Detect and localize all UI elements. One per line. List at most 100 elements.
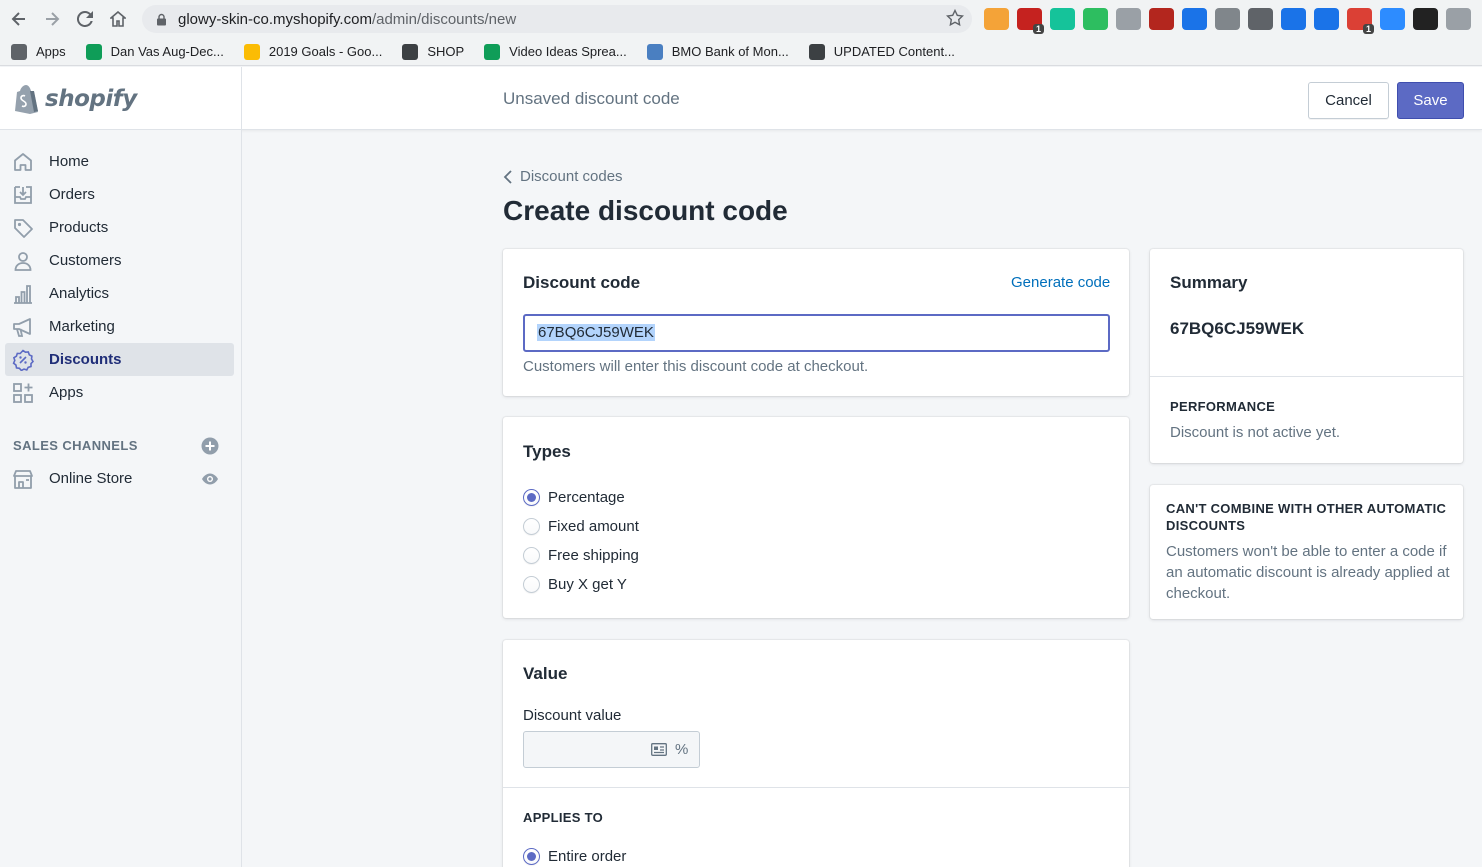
bar-chart-icon: [14, 284, 32, 304]
home-browser-icon[interactable]: [101, 0, 134, 38]
bookmark-favicon-icon: [646, 43, 663, 60]
bookmark-star-icon[interactable]: [946, 9, 964, 27]
radio-label: Fixed amount: [548, 518, 639, 535]
radio-entire-order[interactable]: Entire order: [523, 848, 626, 865]
topbar-title: Unsaved discount code: [503, 89, 680, 108]
sidebar-item-apps[interactable]: Apps: [5, 376, 234, 409]
performance-header: PERFORMANCE: [1170, 399, 1276, 414]
bookmark-item[interactable]: 2019 Goals - Goo...: [243, 43, 382, 60]
radio-buy-x-get-y[interactable]: Buy X get Y: [523, 576, 627, 593]
bookmark-item[interactable]: Dan Vas Aug-Dec...: [85, 43, 224, 60]
sidebar-item-home[interactable]: Home: [5, 145, 234, 178]
reload-icon[interactable]: [68, 0, 101, 38]
radio-label: Entire order: [548, 848, 627, 865]
radio-button[interactable]: [523, 848, 540, 865]
bookmark-label: UPDATED Content...: [833, 44, 955, 59]
store-icon: [13, 469, 33, 489]
forward-arrow-icon[interactable]: [35, 0, 68, 38]
browser-toolbar: glowy-skin-co.myshopify.com/admin/discou…: [0, 0, 1482, 38]
types-card: Types Percentage Fixed amount Free shipp…: [503, 417, 1129, 618]
radio-label: Percentage: [548, 489, 625, 506]
back-arrow-icon[interactable]: [2, 0, 35, 38]
bookmark-item[interactable]: Apps: [11, 43, 66, 60]
adblock-icon[interactable]: 1: [1017, 8, 1044, 34]
sidebar-item-label: Apps: [49, 384, 84, 401]
todoist-icon[interactable]: 1: [1347, 8, 1374, 34]
radio-fixed-amount[interactable]: Fixed amount: [523, 518, 639, 535]
bookmark-favicon-icon: [484, 43, 501, 60]
sidebar-item-label: Products: [49, 219, 109, 236]
radio-free-shipping[interactable]: Free shipping: [523, 547, 639, 564]
combine-info-card: CAN'T COMBINE WITH OTHER AUTOMATIC DISCO…: [1150, 485, 1463, 619]
save-button[interactable]: Save: [1397, 82, 1464, 119]
radio-button[interactable]: [523, 489, 540, 506]
generate-code-link[interactable]: Generate code: [1011, 274, 1110, 291]
breadcrumb[interactable]: Discount codes: [503, 168, 623, 185]
radio-button[interactable]: [523, 547, 540, 564]
sidebar-item-analytics[interactable]: Analytics: [5, 277, 234, 310]
bookmark-item[interactable]: UPDATED Content...: [808, 43, 955, 60]
divider: [1150, 376, 1463, 377]
radio-label: Buy X get Y: [548, 576, 627, 593]
bookmark-favicon-icon: [85, 43, 102, 60]
admin-topbar: shopify Unsaved discount code Cancel Sav…: [0, 67, 1482, 130]
bookmark-favicon-icon: [243, 43, 260, 60]
sidebar-item-label: Orders: [49, 186, 95, 203]
discount-code-input[interactable]: 67BQ6CJ59WEK: [523, 314, 1110, 352]
sidebar-item-customers[interactable]: Customers: [5, 244, 234, 277]
address-bar[interactable]: glowy-skin-co.myshopify.com/admin/discou…: [142, 5, 972, 33]
zoom-icon[interactable]: [1380, 8, 1405, 30]
logo-text: shopify: [45, 85, 137, 112]
bookmark-item[interactable]: SHOP: [402, 43, 464, 60]
extension-badge: 1: [1362, 24, 1374, 34]
add-circle-icon[interactable]: [201, 437, 219, 455]
person-icon: [14, 251, 32, 271]
sidebar-item-products[interactable]: Products: [5, 211, 234, 244]
bookmark-label: Video Ideas Sprea...: [509, 44, 627, 59]
sidebar-item-orders[interactable]: Orders: [5, 178, 234, 211]
orders-icon: [14, 185, 32, 204]
sidebar-item-online-store[interactable]: Online Store: [5, 462, 234, 495]
percent-suffix: %: [675, 741, 689, 758]
value-title: Value: [523, 664, 568, 683]
tubebuddy-icon[interactable]: [1248, 8, 1273, 30]
iq-icon[interactable]: [1281, 8, 1306, 30]
grammarly-icon[interactable]: [1050, 8, 1075, 30]
evernote-icon[interactable]: [1083, 8, 1108, 30]
bookmark-item[interactable]: BMO Bank of Mon...: [646, 43, 789, 60]
cancel-button[interactable]: Cancel: [1308, 82, 1389, 119]
reader-icon[interactable]: [1314, 8, 1339, 30]
bookmark-favicon-icon: [808, 43, 825, 60]
keyword-icon[interactable]: [1182, 8, 1207, 30]
bookmark-item[interactable]: Video Ideas Sprea...: [484, 43, 627, 60]
lock-icon: [157, 13, 166, 25]
shopify-logo[interactable]: shopify: [0, 67, 242, 130]
divider: [503, 787, 1129, 788]
bookmark-favicon-icon: [402, 43, 419, 60]
tab-icon[interactable]: [1215, 8, 1240, 30]
apps-grid-icon: [11, 43, 27, 60]
radio-button[interactable]: [523, 518, 540, 535]
screenshot-icon[interactable]: [1116, 8, 1141, 30]
sidebar-item-label: Discounts: [49, 351, 122, 368]
js-icon[interactable]: [1446, 8, 1471, 30]
radio-percentage[interactable]: Percentage: [523, 489, 625, 506]
discount-value-label: Discount value: [523, 707, 622, 724]
keepa-icon[interactable]: [1413, 8, 1438, 30]
discount-code-help: Customers will enter this discount code …: [523, 358, 869, 375]
sidebar: Home Orders Products Customers Analytics…: [0, 130, 242, 867]
summary-card: Summary 67BQ6CJ59WEK PERFORMANCE Discoun…: [1150, 249, 1463, 463]
sidebar-item-label: Marketing: [49, 318, 115, 335]
adscout-icon[interactable]: [984, 8, 1009, 30]
sidebar-item-label: Customers: [49, 252, 122, 269]
chevron-left-icon: [503, 169, 512, 184]
color-picker-icon[interactable]: [1149, 8, 1174, 30]
sidebar-item-label: Home: [49, 153, 90, 170]
tag-icon: [14, 218, 33, 238]
sidebar-item-discounts[interactable]: Discounts: [5, 343, 234, 376]
shopify-bag-icon: [15, 84, 38, 114]
discount-value-input[interactable]: %: [523, 731, 700, 768]
sidebar-item-marketing[interactable]: Marketing: [5, 310, 234, 343]
radio-button[interactable]: [523, 576, 540, 593]
eye-icon[interactable]: [201, 472, 219, 486]
